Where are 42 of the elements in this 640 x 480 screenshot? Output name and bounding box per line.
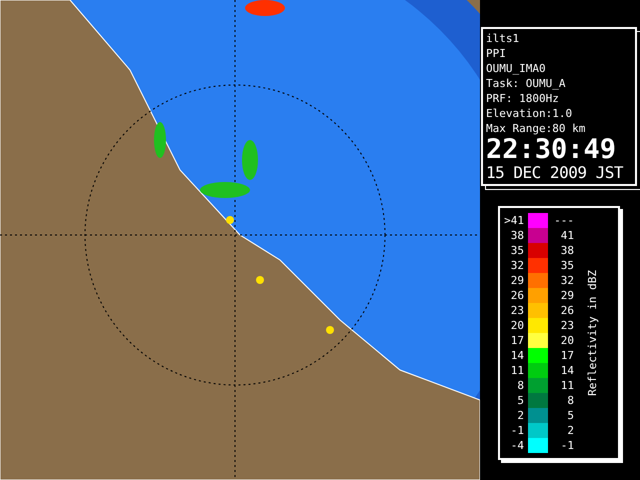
legend-label: 20 (510, 318, 524, 333)
legend-label: 14 (510, 348, 524, 363)
legend-label: 2 (516, 408, 524, 423)
info-text: Max Range:80 km (486, 121, 586, 136)
legend-label: 35 (510, 243, 524, 258)
legend-label: 29 (560, 288, 574, 303)
legend-label: 8 (516, 378, 524, 393)
legend-label: 29 (510, 273, 524, 288)
legend-label: -1 (510, 423, 524, 438)
legend-label: -4 (510, 438, 524, 453)
info-text: Task: OUMU_A (486, 76, 566, 91)
legend-label: 2 (566, 423, 574, 438)
legend-label: --- (553, 213, 574, 228)
legend-label: 41 (560, 228, 574, 243)
legend-label: >41 (503, 213, 524, 228)
legend-label: 20 (560, 333, 574, 348)
info-text: PRF: 1800Hz (486, 91, 560, 106)
info-text: ilts1 (486, 31, 520, 46)
info-text: PPI (486, 46, 507, 61)
legend-label: 8 (566, 393, 574, 408)
legend-title: Reflectivity in dBZ (586, 270, 599, 396)
legend-label: 11 (560, 378, 574, 393)
legend-label: 23 (560, 318, 574, 333)
date-text: 15 DEC 2009 JST (486, 164, 624, 182)
legend-label: 5 (566, 408, 574, 423)
legend-label: 14 (560, 363, 574, 378)
legend-label: 35 (560, 258, 574, 273)
legend-label: 23 (510, 303, 524, 318)
time-text: 22:30:49 (486, 136, 618, 164)
info-text: Elevation:1.0 (486, 106, 574, 121)
legend-label: 26 (510, 288, 524, 303)
legend-label: 5 (516, 393, 524, 408)
legend-label: 11 (510, 363, 524, 378)
legend-label: 26 (560, 303, 574, 318)
legend-label: 17 (560, 348, 574, 363)
legend-label: 17 (510, 333, 524, 348)
legend-label: 38 (560, 243, 574, 258)
legend-label: -1 (560, 438, 574, 453)
info-text: OUMU_IMA0 (486, 61, 547, 76)
legend-label: 32 (560, 273, 574, 288)
legend-label: 32 (510, 258, 524, 273)
legend-label: 38 (510, 228, 524, 243)
